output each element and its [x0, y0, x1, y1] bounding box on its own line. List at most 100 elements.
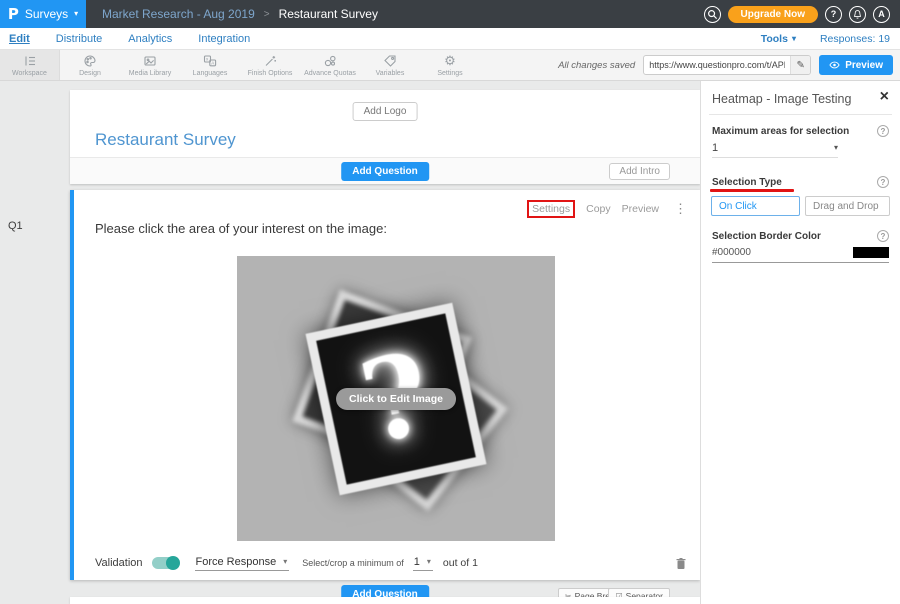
help-icon[interactable]: ?	[877, 125, 889, 137]
response-type-select[interactable]: Force Response ▾	[195, 556, 290, 571]
toggle-knob	[166, 556, 180, 570]
trash-icon	[675, 557, 687, 570]
main-nav: Edit Distribute Analytics Integration To…	[0, 28, 900, 50]
autosave-status: All changes saved	[558, 60, 635, 71]
toolbar-item-finish-options[interactable]: Finish Options	[240, 50, 300, 80]
minimum-value-select[interactable]: 1 ▾	[413, 556, 433, 571]
pencil-icon: ✎	[796, 60, 804, 71]
toolbar-item-languages[interactable]: xA Languages	[180, 50, 240, 80]
nav-right: Tools ▾ Responses: 19	[761, 33, 900, 45]
topbar-actions: Upgrade Now ? A	[704, 6, 900, 23]
questionpro-logo-icon: P	[8, 5, 19, 23]
search-icon	[707, 9, 718, 20]
add-logo-button[interactable]: Add Logo	[353, 102, 418, 121]
toolbar-item-settings[interactable]: ⚙ Settings	[420, 50, 480, 80]
chevron-down-icon: ▾	[283, 558, 287, 566]
top-bar: P Surveys ▾ Market Research - Aug 2019 >…	[0, 0, 900, 28]
translate-icon: xA	[203, 54, 217, 69]
help-button[interactable]: ?	[825, 6, 842, 23]
heatmap-image-placeholder[interactable]: ? Click to Edit Image	[237, 256, 555, 541]
gear-icon: ⚙	[444, 54, 456, 69]
svg-text:A: A	[211, 61, 215, 66]
delete-question-button[interactable]	[675, 557, 687, 570]
border-color-value: #000000	[712, 247, 751, 258]
add-intro-button[interactable]: Add Intro	[609, 163, 670, 180]
selection-type-label: Selection Type	[712, 177, 782, 188]
question-copy-button[interactable]: Copy	[586, 203, 611, 215]
tab-integration[interactable]: Integration	[198, 33, 250, 45]
survey-header-card: Add Logo Restaurant Survey Add Question …	[70, 90, 700, 184]
account-avatar[interactable]: A	[873, 6, 890, 23]
validation-label: Validation	[95, 557, 143, 569]
click-to-edit-image-button[interactable]: Click to Edit Image	[336, 388, 456, 410]
survey-url-box: ✎	[643, 55, 811, 75]
question-preview-button[interactable]: Preview	[622, 203, 659, 215]
out-of-label: out of 1	[443, 557, 478, 569]
drag-and-drop-option[interactable]: Drag and Drop	[805, 196, 890, 216]
chevron-down-icon: ▾	[834, 144, 838, 152]
color-swatch[interactable]	[853, 247, 889, 258]
palette-icon	[83, 54, 97, 69]
question-number-label: Q1	[8, 220, 23, 232]
help-icon[interactable]: ?	[877, 230, 889, 242]
annotation-underline	[710, 189, 794, 192]
survey-title[interactable]: Restaurant Survey	[95, 130, 236, 150]
question-text[interactable]: Please click the area of your interest o…	[95, 221, 387, 236]
panel-title: Heatmap - Image Testing	[712, 92, 851, 106]
survey-header-footer: Add Question Add Intro	[70, 157, 700, 184]
bell-icon	[852, 9, 863, 20]
on-click-option[interactable]: On Click	[711, 196, 800, 216]
image-icon	[143, 54, 157, 69]
breadcrumb-survey-link[interactable]: Market Research - Aug 2019	[102, 7, 255, 21]
toolbar-item-variables[interactable]: Variables	[360, 50, 420, 80]
toolbar-item-workspace[interactable]: Workspace	[0, 50, 60, 80]
breadcrumb-current-page: Restaurant Survey	[279, 7, 378, 21]
toolbar-item-media-library[interactable]: Media Library	[120, 50, 180, 80]
close-icon[interactable]: ×	[880, 89, 889, 105]
tools-dropdown[interactable]: Tools ▾	[761, 33, 796, 45]
tools-label: Tools	[761, 33, 788, 45]
chevron-down-icon: ▾	[74, 10, 78, 18]
help-icon[interactable]: ?	[877, 176, 889, 188]
tab-edit[interactable]: Edit	[9, 33, 30, 45]
max-areas-label: Maximum areas for selection	[712, 126, 849, 137]
toolbar-right: All changes saved ✎ Preview	[558, 50, 900, 80]
svg-text:x: x	[206, 57, 209, 62]
notifications-button[interactable]	[849, 6, 866, 23]
breadcrumb: Market Research - Aug 2019 > Restaurant …	[102, 7, 378, 21]
upgrade-now-button[interactable]: Upgrade Now	[728, 6, 818, 23]
question-settings-panel: Heatmap - Image Testing × Maximum areas …	[700, 81, 900, 604]
magic-wand-icon	[263, 54, 277, 69]
workspace-icon	[23, 54, 37, 69]
max-areas-select[interactable]: 1 ▾	[712, 142, 838, 158]
tag-icon	[383, 54, 397, 69]
edit-url-button[interactable]: ✎	[790, 56, 810, 74]
preview-button[interactable]: Preview	[819, 55, 893, 75]
question-settings-button[interactable]: Settings	[527, 200, 575, 218]
responses-count[interactable]: Responses: 19	[820, 33, 890, 45]
survey-url-input[interactable]	[644, 60, 790, 70]
next-card-edge	[70, 597, 700, 604]
quota-gears-icon	[323, 54, 337, 69]
product-name: Surveys	[25, 7, 68, 21]
breadcrumb-separator: >	[264, 9, 270, 20]
validation-toggle[interactable]	[152, 557, 179, 569]
validation-row: Validation Force Response ▾ Select/crop …	[95, 552, 687, 574]
add-question-button-top[interactable]: Add Question	[341, 162, 429, 181]
search-button[interactable]	[704, 6, 721, 23]
question-actions: Settings Copy Preview ⋮	[527, 200, 687, 218]
border-color-label: Selection Border Color	[712, 231, 821, 242]
chevron-down-icon: ▾	[792, 35, 796, 43]
tab-distribute[interactable]: Distribute	[56, 33, 102, 45]
minimum-select-label: Select/crop a minimum of	[302, 558, 404, 568]
border-color-input[interactable]: #000000	[712, 247, 889, 263]
tab-analytics[interactable]: Analytics	[128, 33, 172, 45]
surveys-menu[interactable]: P Surveys ▾	[0, 0, 86, 28]
kebab-menu-icon[interactable]: ⋮	[670, 201, 687, 217]
preview-label: Preview	[845, 60, 883, 71]
eye-icon	[829, 61, 840, 69]
chevron-down-icon: ▾	[427, 558, 431, 566]
survey-toolbar: Workspace Design Media Library xA Langua…	[0, 50, 900, 81]
toolbar-item-design[interactable]: Design	[60, 50, 120, 80]
toolbar-item-advance-quotas[interactable]: Advance Quotas	[300, 50, 360, 80]
